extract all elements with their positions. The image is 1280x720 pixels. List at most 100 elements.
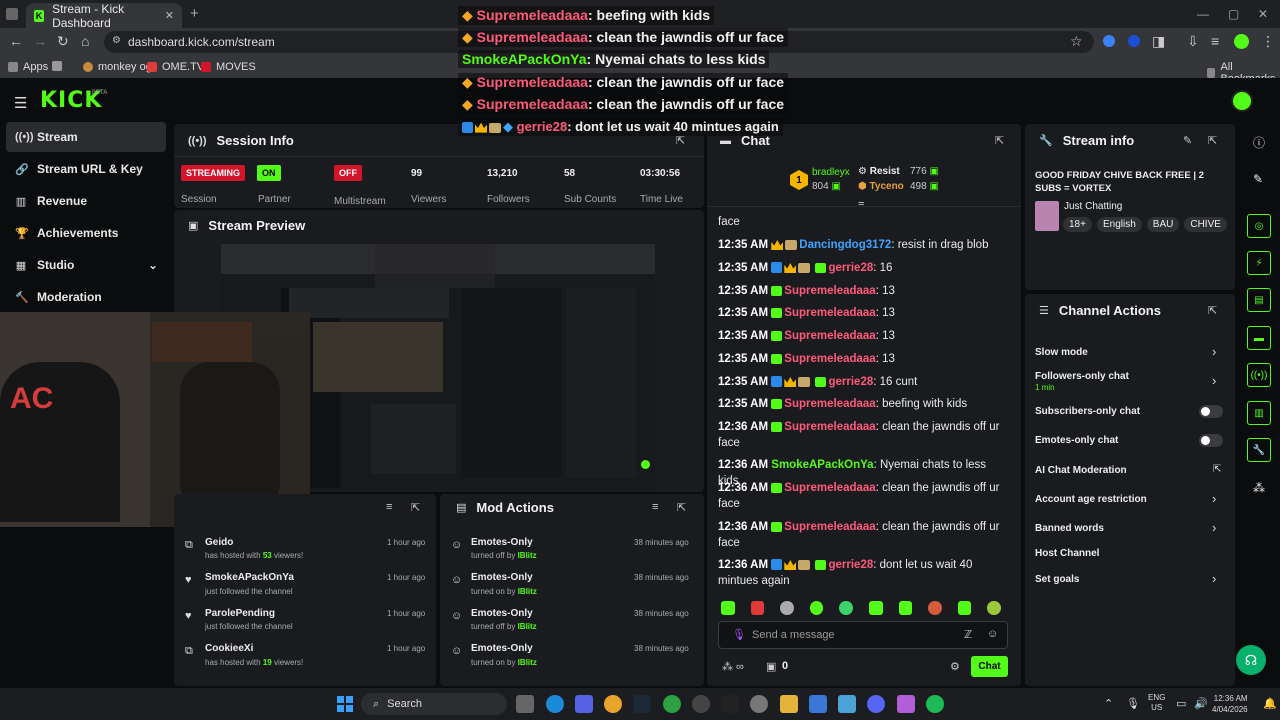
edit-pencil-icon[interactable]: ✎ bbox=[1253, 172, 1263, 186]
activity-name[interactable]: ParolePending bbox=[205, 608, 275, 619]
volume-icon[interactable]: 🔊 bbox=[1194, 697, 1208, 710]
chat-username[interactable]: Supremeleadaaa bbox=[784, 353, 875, 365]
edit-pencil-icon[interactable]: ✎ bbox=[1183, 134, 1192, 147]
sidebar-item-studio[interactable]: ▦ Studio ⌄ bbox=[6, 250, 166, 280]
chevron-right-icon[interactable]: › bbox=[1212, 373, 1216, 388]
chat-username[interactable]: Supremeleadaaa bbox=[784, 482, 875, 494]
emote-icon[interactable] bbox=[750, 601, 765, 615]
activity-name[interactable]: CookieeXi bbox=[205, 643, 253, 654]
info-icon[interactable]: ⓘ bbox=[1253, 134, 1265, 151]
account-age-label[interactable]: Account age restriction bbox=[1035, 494, 1147, 505]
new-tab-icon[interactable]: + bbox=[190, 5, 199, 22]
back-icon[interactable]: ← bbox=[9, 33, 23, 49]
chat-settings-collapse-icon[interactable]: ≡ bbox=[858, 199, 864, 211]
site-info-icon[interactable]: ⚙ bbox=[112, 35, 121, 46]
xbox-icon[interactable] bbox=[663, 695, 681, 713]
chat-username[interactable]: gerrie28 bbox=[828, 559, 873, 571]
expand-icon[interactable]: ⇱ bbox=[677, 501, 686, 514]
sidebar-item-achievements[interactable]: 🏆 Achievements bbox=[6, 218, 166, 248]
chat-username[interactable]: gerrie28 bbox=[828, 376, 873, 388]
notification-bell-icon[interactable]: 🔔 bbox=[1263, 697, 1277, 710]
layout-icon[interactable]: ▥ bbox=[1247, 401, 1271, 425]
activity-name[interactable]: Geido bbox=[205, 537, 233, 548]
windows-start-icon[interactable] bbox=[337, 696, 353, 712]
chevron-right-icon[interactable]: › bbox=[1212, 520, 1216, 535]
emote-icon[interactable] bbox=[957, 601, 972, 615]
translate-icon[interactable]: ℤ bbox=[964, 628, 972, 641]
emote-icon[interactable] bbox=[721, 601, 735, 615]
filter-icon[interactable]: ≡ bbox=[652, 501, 658, 513]
browser-tab[interactable]: K Stream - Kick Dashboard ✕ bbox=[26, 2, 182, 30]
expand-icon[interactable]: ⇱ bbox=[995, 134, 1004, 147]
expand-icon[interactable]: ⇱ bbox=[411, 501, 420, 514]
expand-icon[interactable]: ⇱ bbox=[1208, 304, 1217, 317]
user-avatar[interactable] bbox=[1231, 90, 1253, 112]
chat-username[interactable]: Dancingdog3172 bbox=[799, 239, 891, 251]
chat-icon[interactable]: ▬ bbox=[1247, 326, 1271, 350]
extension-icon[interactable] bbox=[1128, 35, 1140, 47]
maximize-icon[interactable]: ▢ bbox=[1228, 7, 1239, 21]
store-icon[interactable] bbox=[809, 695, 827, 713]
followers-only-label[interactable]: Followers-only chat bbox=[1035, 371, 1129, 382]
steam-icon[interactable] bbox=[633, 695, 651, 713]
leaderboard-second-name[interactable]: ⚙ Resist bbox=[858, 166, 900, 177]
category-thumbnail[interactable] bbox=[1035, 201, 1059, 231]
grid-icon[interactable] bbox=[52, 61, 67, 71]
spotify-icon[interactable] bbox=[926, 695, 944, 713]
sidebar-item-revenue[interactable]: ▥ Revenue bbox=[6, 186, 166, 216]
forward-icon[interactable]: → bbox=[33, 33, 47, 49]
minimize-icon[interactable]: — bbox=[1197, 7, 1209, 21]
bookmark-ometv[interactable]: OME.TV bbox=[147, 61, 204, 73]
tag-chip[interactable]: English bbox=[1096, 217, 1142, 232]
reload-icon[interactable]: ↻ bbox=[57, 33, 69, 50]
emote-icon[interactable] bbox=[839, 601, 853, 615]
profile-avatar-icon[interactable] bbox=[1234, 34, 1249, 49]
chat-username[interactable]: Supremeleadaaa bbox=[784, 398, 875, 410]
bookmark-apps[interactable]: Apps bbox=[8, 61, 48, 73]
mic-icon[interactable]: 🎙 bbox=[732, 628, 746, 641]
sidebar-item-stream-url-key[interactable]: 🔗 Stream URL & Key bbox=[6, 154, 166, 184]
ai-chat-moderation-label[interactable]: AI Chat Moderation bbox=[1035, 465, 1127, 476]
bookmark-moves[interactable]: MOVES bbox=[201, 61, 256, 73]
file-explorer-icon[interactable] bbox=[780, 695, 798, 713]
tag-chip[interactable]: BAU bbox=[1146, 217, 1180, 232]
epic-games-icon[interactable] bbox=[721, 695, 739, 713]
chat-username[interactable]: gerrie28 bbox=[828, 262, 873, 274]
activity-name[interactable]: SmokeAPackOnYa bbox=[205, 572, 294, 583]
tag-chip[interactable]: CHIVE bbox=[1184, 217, 1227, 232]
settings-icon[interactable] bbox=[750, 695, 768, 713]
sidebar-item-moderation[interactable]: 🔨 Moderation bbox=[6, 282, 166, 312]
edge-icon[interactable] bbox=[546, 695, 564, 713]
media-icon[interactable]: ≡ bbox=[1211, 33, 1219, 49]
tag-chip[interactable]: 18+ bbox=[1063, 217, 1092, 232]
browser-menu-icon[interactable]: ⋮ bbox=[1261, 33, 1275, 50]
clock[interactable]: 12:36 AM 4/04/2026 bbox=[1212, 693, 1248, 715]
slow-mode-label[interactable]: Slow mode bbox=[1035, 347, 1088, 358]
chat-settings-gear-icon[interactable]: ⚙ bbox=[950, 660, 960, 673]
hamburger-menu-icon[interactable]: ☰ bbox=[14, 94, 27, 112]
download-icon[interactable]: ⇩ bbox=[1187, 33, 1199, 50]
leaderboard-third-name[interactable]: ⬢ Tyceno bbox=[858, 181, 904, 192]
emote-icon[interactable] bbox=[987, 601, 1001, 615]
category-name[interactable]: Just Chatting bbox=[1064, 201, 1122, 212]
window-close-icon[interactable]: ✕ bbox=[1258, 7, 1268, 21]
bookmark-monkey[interactable]: monkey og bbox=[83, 61, 152, 73]
emoji-icon[interactable]: ☺ bbox=[987, 628, 998, 640]
chat-username[interactable]: Supremeleadaaa bbox=[784, 307, 875, 319]
home-icon[interactable]: ⌂ bbox=[81, 33, 89, 49]
emote-icon[interactable] bbox=[809, 601, 824, 615]
set-goals-label[interactable]: Set goals bbox=[1035, 574, 1079, 585]
host-channel-label[interactable]: Host Channel bbox=[1035, 548, 1099, 559]
infinite-points-icon[interactable]: ⁂ ∞ bbox=[722, 660, 744, 673]
emotes-only-toggle[interactable] bbox=[1199, 434, 1223, 447]
chrome-icon[interactable] bbox=[604, 695, 622, 713]
mic-tray-icon[interactable]: 🎙 bbox=[1126, 697, 1140, 710]
app-icon[interactable] bbox=[838, 695, 856, 713]
emote-icon[interactable] bbox=[898, 601, 913, 615]
chevron-right-icon[interactable]: › bbox=[1212, 491, 1216, 506]
expand-icon[interactable]: ⇱ bbox=[1208, 134, 1217, 147]
network-icon[interactable]: ▭ bbox=[1176, 697, 1186, 710]
banned-words-label[interactable]: Banned words bbox=[1035, 523, 1104, 534]
chat-username[interactable]: Supremeleadaaa bbox=[784, 330, 875, 342]
document-icon[interactable]: ▤ bbox=[1247, 288, 1271, 312]
